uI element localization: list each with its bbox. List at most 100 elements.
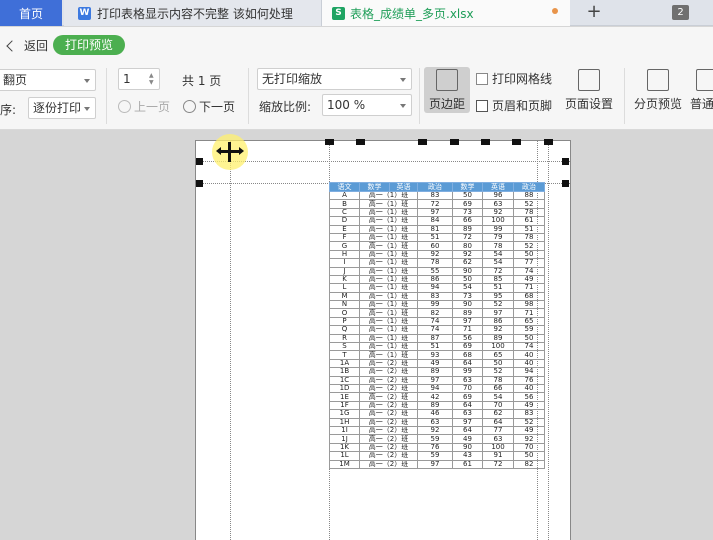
left-margin-guide[interactable] bbox=[230, 140, 231, 540]
column-header: 政治 bbox=[513, 182, 545, 192]
table-cell: 80 bbox=[452, 241, 483, 251]
header-footer-button[interactable]: 页眉和页脚 bbox=[476, 97, 552, 114]
table-cell: 97 bbox=[417, 207, 453, 218]
flip-mode-dropdown[interactable]: 翻页 bbox=[0, 69, 96, 91]
table-cell: 50 bbox=[513, 333, 545, 344]
table-cell: 97 bbox=[452, 316, 483, 327]
table-row: B 高一（1）班 72 69 63 52 bbox=[329, 199, 545, 209]
print-gridlines-checkbox[interactable]: 打印网格线 bbox=[476, 70, 552, 87]
total-pages: 共 1 页 bbox=[182, 74, 222, 88]
table-cell: 52 bbox=[513, 241, 545, 251]
table-cell: J bbox=[329, 266, 360, 276]
table-cell: L bbox=[329, 283, 360, 293]
table-cell: 81 bbox=[417, 224, 453, 234]
table-cell: S bbox=[329, 342, 360, 352]
table-cell: 高一（2）班 bbox=[359, 442, 418, 453]
toolbar-divider bbox=[248, 68, 249, 124]
table-cell: 92 bbox=[452, 249, 483, 260]
table-cell: 100 bbox=[482, 216, 514, 226]
table-row: I 高一（1）班 78 62 54 77 bbox=[329, 258, 545, 268]
table-cell: 54 bbox=[482, 392, 514, 402]
margin-handle[interactable] bbox=[562, 158, 569, 165]
margin-handle[interactable] bbox=[196, 158, 203, 165]
page-break-preview-button[interactable]: 分页预览 bbox=[632, 67, 684, 113]
stepper-down-icon[interactable]: ▼ bbox=[149, 79, 156, 87]
margins-button[interactable]: 页边距 bbox=[424, 67, 470, 113]
column-handle[interactable] bbox=[418, 139, 427, 145]
column-handle[interactable] bbox=[544, 139, 553, 145]
column-header: 数学 bbox=[452, 182, 483, 192]
table-cell: 高一（1）班 bbox=[359, 232, 418, 243]
tab-home[interactable]: 首页 bbox=[0, 0, 62, 26]
table-row: 1J 高一（2）班 59 49 63 92 bbox=[329, 434, 545, 444]
table-row: E 高一（1）班 81 89 99 51 bbox=[329, 224, 545, 234]
scale-mode-dropdown[interactable]: 无打印缩放 bbox=[257, 68, 412, 90]
margin-handle[interactable] bbox=[196, 180, 203, 187]
new-tab-button[interactable]: + bbox=[584, 0, 604, 26]
prev-page-button[interactable]: 上一页 bbox=[118, 98, 170, 115]
print-preview-badge: 打印预览 bbox=[53, 35, 126, 55]
page-break-icon bbox=[647, 69, 669, 91]
table-cell: 56 bbox=[452, 333, 483, 344]
next-page-button[interactable]: 下一页 bbox=[183, 98, 235, 115]
copies-stepper[interactable]: 1 ▲ ▼ bbox=[118, 68, 160, 90]
table-cell: 82 bbox=[513, 459, 545, 469]
column-header: 语文 bbox=[329, 182, 360, 192]
table-cell: 97 bbox=[482, 308, 514, 318]
table-cell: 76 bbox=[513, 375, 545, 386]
table-cell: 54 bbox=[482, 249, 514, 260]
column-handle[interactable] bbox=[481, 139, 490, 145]
writer-doc-icon: W bbox=[78, 6, 91, 20]
table-cell: 73 bbox=[452, 207, 483, 218]
column-handle[interactable] bbox=[356, 139, 365, 145]
table-cell: 99 bbox=[417, 300, 453, 310]
normal-view-button[interactable]: 普通 bbox=[690, 67, 713, 113]
table-cell: C bbox=[329, 207, 360, 218]
spreadsheet-doc-icon: S bbox=[332, 6, 345, 20]
window-count-badge[interactable]: 2 bbox=[672, 5, 689, 20]
table-cell: 78 bbox=[513, 232, 545, 243]
table-cell: 高一（1）班 bbox=[359, 333, 418, 344]
table-cell: 64 bbox=[452, 425, 483, 436]
table-cell: 95 bbox=[482, 291, 514, 302]
table-cell: 86 bbox=[482, 316, 514, 327]
table-row: 1F 高一（2）班 89 64 70 49 bbox=[329, 400, 545, 411]
column-handle[interactable] bbox=[325, 139, 334, 145]
unsaved-dot-icon bbox=[552, 8, 558, 14]
table-cell: 59 bbox=[417, 434, 453, 444]
table-cell: 69 bbox=[452, 199, 483, 209]
table-cell: 77 bbox=[482, 425, 514, 436]
collate-dropdown[interactable]: 逐份打印 bbox=[28, 97, 96, 119]
prev-page-label: 上一页 bbox=[134, 100, 171, 114]
arrow-right-icon bbox=[183, 100, 196, 113]
table-cell: 72 bbox=[482, 459, 514, 469]
table-cell: 高一（1）班 bbox=[359, 342, 418, 352]
page-setup-button[interactable]: 页面设置 bbox=[562, 67, 616, 113]
page-break-label: 分页预览 bbox=[633, 97, 682, 111]
table-cell: 72 bbox=[482, 266, 514, 276]
table-cell: 高一（1）班 bbox=[359, 216, 418, 226]
table-cell: 94 bbox=[417, 383, 453, 394]
table-cell: 1H bbox=[329, 417, 360, 427]
tab-spreadsheet[interactable]: S 表格_成绩单_多页.xlsx bbox=[322, 0, 570, 26]
table-cell: K bbox=[329, 274, 360, 285]
table-cell: 49 bbox=[452, 434, 483, 444]
page-setup-icon bbox=[578, 69, 600, 91]
table-cell: 高一（2）班 bbox=[359, 417, 418, 427]
column-header: 数学 bbox=[359, 182, 390, 192]
top-margin-guide[interactable] bbox=[196, 161, 570, 162]
margin-handle[interactable] bbox=[562, 180, 569, 187]
column-header: 英语 bbox=[389, 182, 418, 192]
table-cell: A bbox=[329, 190, 360, 201]
column-handle[interactable] bbox=[512, 139, 521, 145]
table-cell: 89 bbox=[452, 224, 483, 234]
scale-value-dropdown[interactable]: 100 % bbox=[322, 94, 412, 116]
column-handle[interactable] bbox=[450, 139, 459, 145]
table-cell: R bbox=[329, 333, 360, 344]
tab-document[interactable]: W 打印表格显示内容不完整 该如何处理 bbox=[64, 0, 322, 26]
table-cell: 43 bbox=[452, 451, 483, 461]
table-cell: 63 bbox=[452, 375, 483, 386]
back-button[interactable]: 返回 bbox=[6, 37, 48, 54]
table-cell: 高一（2）班 bbox=[359, 358, 418, 369]
table-cell: 83 bbox=[417, 291, 453, 302]
